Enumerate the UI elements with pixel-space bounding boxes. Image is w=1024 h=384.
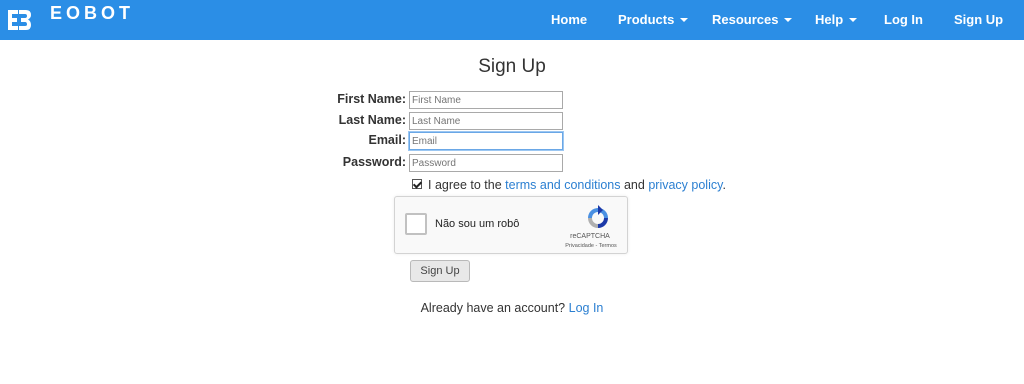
agree-checkbox[interactable] xyxy=(412,179,422,190)
nav-products-label: Products xyxy=(618,12,675,27)
recaptcha-icon xyxy=(588,205,608,228)
nav-home[interactable]: Home xyxy=(551,12,587,27)
recaptcha-checkbox[interactable] xyxy=(405,213,427,235)
agree-suffix: . xyxy=(722,178,726,192)
nav-resources[interactable]: Resources xyxy=(712,12,793,27)
email-input[interactable] xyxy=(409,132,563,150)
page-title: Sign Up xyxy=(478,56,546,77)
nav-products[interactable]: Products xyxy=(618,12,689,27)
top-navbar: EOBOT Home Products Resources Help Log I… xyxy=(0,0,1024,40)
nav-login[interactable]: Log In xyxy=(884,12,923,27)
recaptcha-label: Não sou um robô xyxy=(435,218,520,230)
last-name-label: Last Name: xyxy=(338,113,406,127)
email-label: Email: xyxy=(368,133,406,147)
main-nav: Home Products Resources Help Log In Sign… xyxy=(0,0,1024,40)
terms-link[interactable]: terms and conditions xyxy=(505,178,620,192)
nav-help[interactable]: Help xyxy=(815,12,858,27)
already-account-row: Already have an account? Log In xyxy=(0,301,1024,315)
caret-down-icon xyxy=(680,17,689,22)
nav-signup[interactable]: Sign Up xyxy=(954,12,1003,27)
caret-down-icon xyxy=(849,17,858,22)
password-input[interactable] xyxy=(409,154,563,172)
caret-down-icon xyxy=(784,17,793,22)
nav-help-label: Help xyxy=(815,12,844,27)
privacy-link[interactable]: privacy policy xyxy=(648,178,722,192)
recaptcha-brand: reCAPTCHA xyxy=(570,233,610,240)
agree-and: and xyxy=(623,178,645,192)
first-name-input[interactable] xyxy=(409,91,563,109)
nav-resources-label: Resources xyxy=(712,12,779,27)
recaptcha-widget: Não sou um robô reCAPTCHA Privacidade - … xyxy=(394,196,628,254)
password-label: Password: xyxy=(342,155,406,169)
recaptcha-links[interactable]: Privacidade - Termos xyxy=(545,243,637,249)
last-name-input[interactable] xyxy=(409,112,563,130)
agree-row: I agree to the terms and conditions and … xyxy=(412,178,726,192)
already-text: Already have an account? xyxy=(420,301,566,315)
login-link[interactable]: Log In xyxy=(569,301,604,315)
first-name-label: First Name: xyxy=(337,92,406,106)
agree-prefix: I agree to the xyxy=(428,178,502,192)
signup-submit-button[interactable]: Sign Up xyxy=(410,260,470,282)
